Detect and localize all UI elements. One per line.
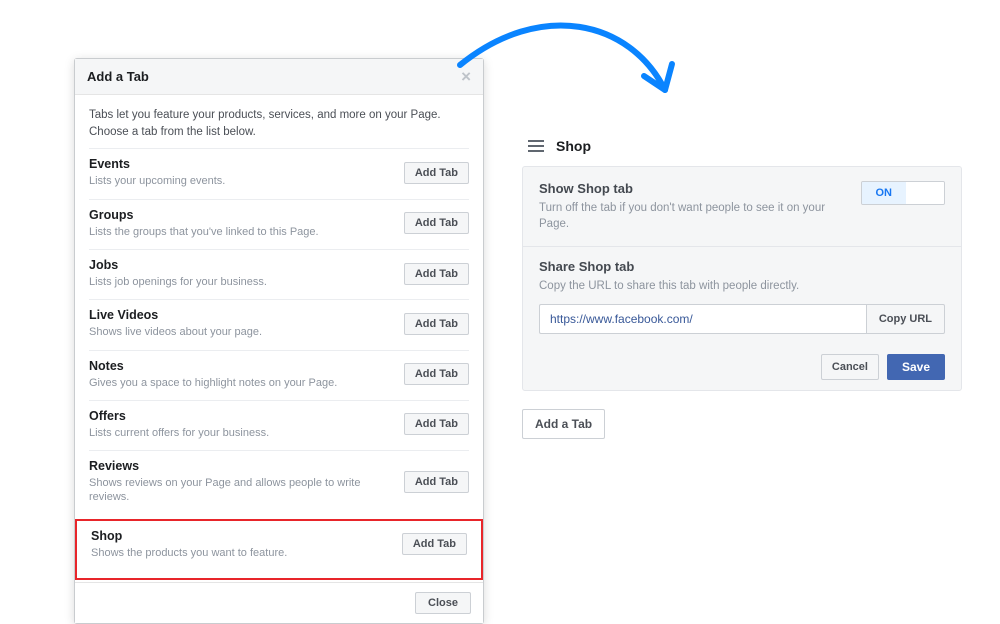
add-tab-button[interactable]: Add Tab: [404, 313, 469, 335]
tab-name: Offers: [89, 409, 396, 423]
add-tab-dialog: Add a Tab × Tabs let you feature your pr…: [74, 58, 484, 624]
share-tab-title: Share Shop tab: [539, 259, 945, 274]
close-button[interactable]: Close: [415, 592, 471, 614]
copy-url-button[interactable]: Copy URL: [866, 304, 945, 334]
toggle-state: ON: [862, 182, 907, 204]
tab-desc: Shows live videos about your page.: [89, 325, 396, 339]
panel-header: Shop: [522, 132, 962, 166]
add-tab-button[interactable]: Add Tab: [404, 263, 469, 285]
tab-name: Reviews: [89, 459, 396, 473]
panel-title: Shop: [556, 138, 591, 154]
show-tab-title: Show Shop tab: [539, 181, 849, 196]
tab-row-groups: Groups Lists the groups that you've link…: [89, 199, 469, 249]
tab-name: Notes: [89, 359, 396, 373]
cancel-button[interactable]: Cancel: [821, 354, 879, 380]
tab-name: Jobs: [89, 258, 396, 272]
tab-row-events: Events Lists your upcoming events. Add T…: [89, 148, 469, 198]
tab-desc: Lists current offers for your business.: [89, 426, 396, 440]
tab-desc: Shows the products you want to feature.: [91, 546, 394, 560]
dialog-body: Tabs let you feature your products, serv…: [75, 95, 483, 582]
tab-row-offers: Offers Lists current offers for your bus…: [89, 400, 469, 450]
tab-desc: Lists the groups that you've linked to t…: [89, 225, 396, 239]
tab-row-notes: Notes Gives you a space to highlight not…: [89, 350, 469, 400]
divider: [523, 246, 961, 247]
shop-settings-card: Show Shop tab Turn off the tab if you do…: [522, 166, 962, 391]
add-tab-button[interactable]: Add Tab: [404, 162, 469, 184]
tab-desc: Shows reviews on your Page and allows pe…: [89, 476, 396, 505]
dialog-header: Add a Tab ×: [75, 59, 483, 95]
add-tab-button[interactable]: Add Tab: [404, 363, 469, 385]
reorder-icon[interactable]: [526, 138, 546, 154]
tab-desc: Lists your upcoming events.: [89, 174, 396, 188]
share-url-input[interactable]: [539, 304, 866, 334]
tab-name: Live Videos: [89, 308, 396, 322]
dialog-intro: Tabs let you feature your products, serv…: [89, 107, 469, 140]
tab-row-jobs: Jobs Lists job openings for your busines…: [89, 249, 469, 299]
shop-settings-panel: Shop Show Shop tab Turn off the tab if y…: [522, 132, 962, 439]
tab-name: Shop: [91, 529, 394, 543]
add-tab-button[interactable]: Add Tab: [402, 533, 467, 555]
add-tab-button[interactable]: Add Tab: [404, 471, 469, 493]
dialog-title: Add a Tab: [87, 69, 149, 84]
save-button[interactable]: Save: [887, 354, 945, 380]
add-tab-button[interactable]: Add Tab: [404, 212, 469, 234]
dialog-footer: Close: [75, 582, 483, 623]
tab-name: Groups: [89, 208, 396, 222]
tab-desc: Gives you a space to highlight notes on …: [89, 376, 396, 390]
add-tab-button[interactable]: Add Tab: [404, 413, 469, 435]
tab-row-live-videos: Live Videos Shows live videos about your…: [89, 299, 469, 349]
show-tab-desc: Turn off the tab if you don't want peopl…: [539, 200, 849, 232]
tab-name: Events: [89, 157, 396, 171]
share-tab-desc: Copy the URL to share this tab with peop…: [539, 278, 945, 294]
toggle-off-slot: [906, 182, 944, 204]
add-a-tab-button[interactable]: Add a Tab: [522, 409, 605, 439]
show-tab-toggle[interactable]: ON: [861, 181, 946, 205]
tab-desc: Lists job openings for your business.: [89, 275, 396, 289]
tab-row-reviews: Reviews Shows reviews on your Page and a…: [89, 450, 469, 515]
tab-row-shop-highlighted: Shop Shows the products you want to feat…: [75, 519, 483, 580]
arrow-annotation-icon: [440, 10, 700, 140]
